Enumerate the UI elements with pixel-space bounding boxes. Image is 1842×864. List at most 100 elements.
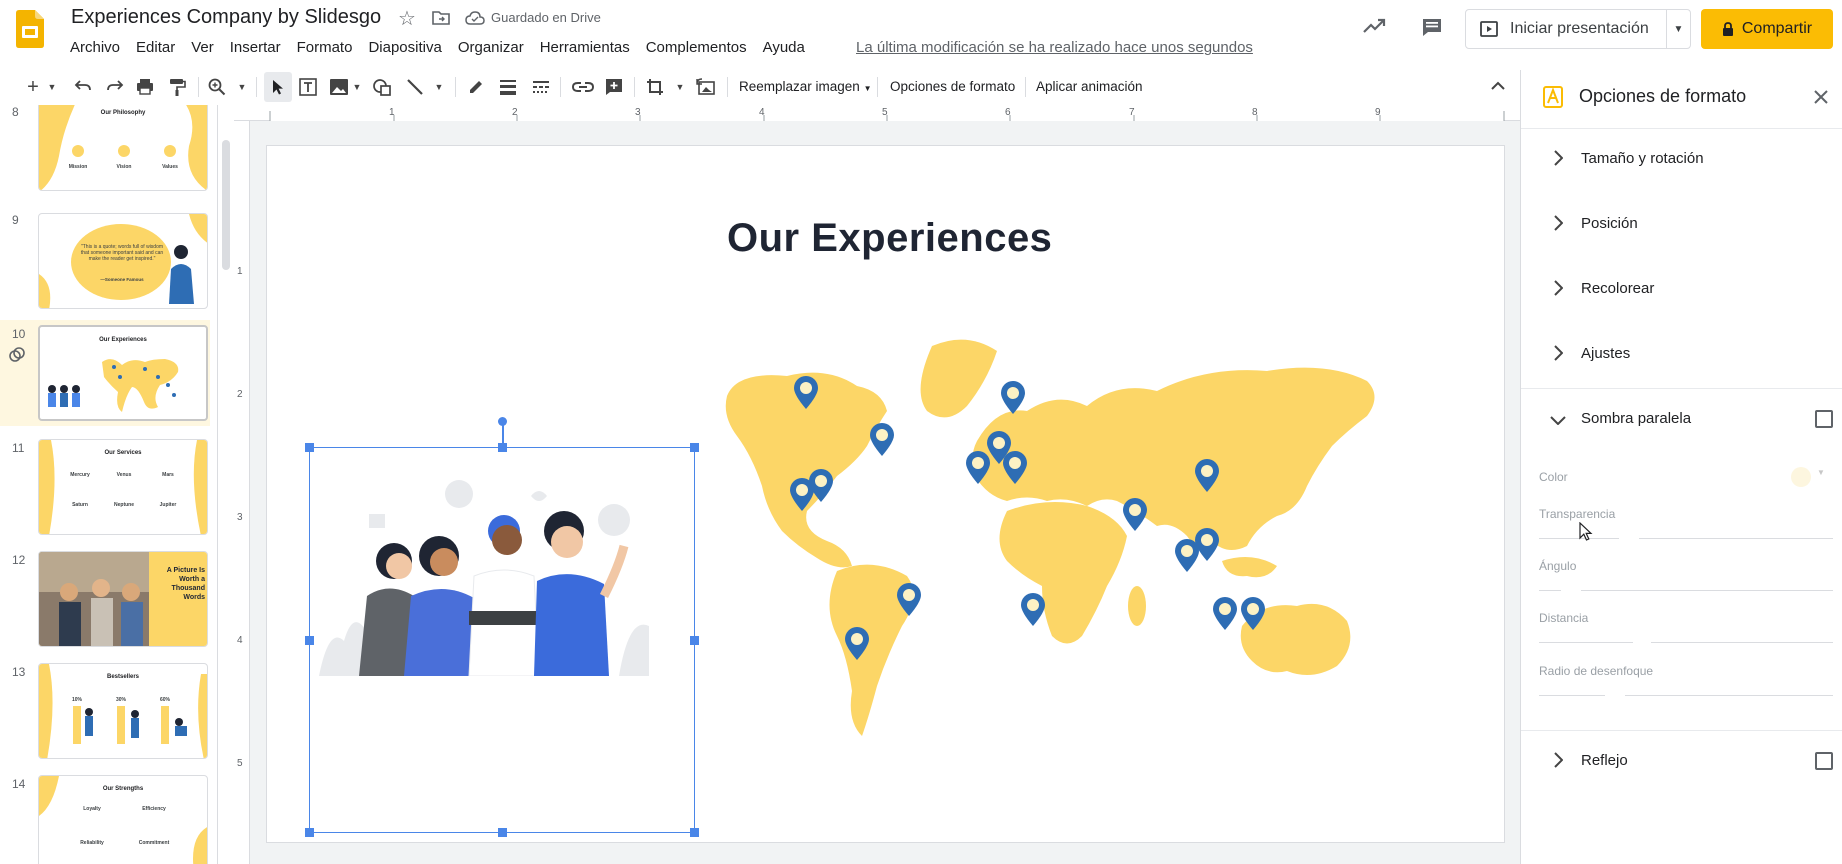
crop-icon[interactable] xyxy=(646,78,664,96)
document-title[interactable]: Experiences Company by Slidesgo xyxy=(71,6,381,29)
resize-handle-se[interactable] xyxy=(690,828,699,837)
location-pin-icon xyxy=(1175,539,1199,572)
apply-animation-button[interactable]: Aplicar animación xyxy=(1036,70,1143,104)
menu-insertar[interactable]: Insertar xyxy=(222,38,289,62)
shadow-blur-label: Radio de desenfoque xyxy=(1539,664,1654,678)
present-icon xyxy=(1480,21,1498,37)
reset-image-icon[interactable] xyxy=(696,78,716,96)
comment-icon[interactable] xyxy=(1421,17,1443,37)
distance-slider-track[interactable] xyxy=(1539,642,1633,643)
lock-icon xyxy=(1722,22,1733,36)
angle-input[interactable] xyxy=(1581,590,1833,591)
select-tool[interactable] xyxy=(264,72,292,102)
slide-number: 8 xyxy=(12,105,19,119)
menu-editar[interactable]: Editar xyxy=(128,38,183,62)
shape-icon[interactable] xyxy=(372,78,392,96)
slide-title[interactable]: Our Experiences xyxy=(727,216,1052,261)
menu-ayuda[interactable]: Ayuda xyxy=(755,38,813,62)
slide-number: 14 xyxy=(12,777,26,791)
slide-link-icon xyxy=(9,347,25,362)
present-button[interactable]: Iniciar presentación ▼ xyxy=(1465,9,1691,49)
print-icon[interactable] xyxy=(136,78,154,95)
angle-slider-track[interactable] xyxy=(1539,590,1561,591)
slide-thumbnail-8[interactable]: Our Philosophy Mission Vision Values xyxy=(38,105,208,191)
distance-input[interactable] xyxy=(1651,642,1833,643)
section-drop-shadow[interactable]: Sombra paralela xyxy=(1521,388,1842,452)
resize-handle-ne[interactable] xyxy=(690,443,699,452)
slide-thumbnail-14[interactable]: Our Strengths Loyalty Efficiency Reliabi… xyxy=(38,775,208,864)
star-icon[interactable]: ☆ xyxy=(398,6,416,31)
image-dropdown-icon[interactable]: ▼ xyxy=(351,70,363,104)
shadow-color-swatch[interactable] xyxy=(1791,467,1811,487)
location-pin-icon xyxy=(845,627,869,660)
share-button[interactable]: Compartir xyxy=(1701,9,1833,49)
menu-formato[interactable]: Formato xyxy=(289,38,361,62)
drop-shadow-checkbox[interactable] xyxy=(1815,410,1833,428)
menu-diapositiva[interactable]: Diapositiva xyxy=(360,38,449,62)
transparency-input[interactable] xyxy=(1639,538,1833,539)
slide-canvas[interactable]: Our Experiences xyxy=(267,146,1504,842)
section-recolor[interactable]: Recolorear xyxy=(1521,258,1842,322)
ruler-number: 3 xyxy=(237,512,243,523)
undo-icon[interactable] xyxy=(74,79,92,93)
thumb-title: Our Strengths xyxy=(102,786,144,792)
menu-herramientas[interactable]: Herramientas xyxy=(532,38,638,62)
section-size-rotation[interactable]: Tamaño y rotación xyxy=(1521,128,1842,192)
slide-thumbnail-11[interactable]: Our Services Mercury Venus Mars Saturn N… xyxy=(38,439,208,535)
text-box-icon[interactable] xyxy=(299,78,317,96)
menu-archivo[interactable]: Archivo xyxy=(62,38,128,62)
new-slide-icon[interactable]: + xyxy=(22,70,44,104)
menu-complementos[interactable]: Complementos xyxy=(638,38,755,62)
border-color-icon[interactable] xyxy=(467,78,485,96)
insert-image-icon[interactable] xyxy=(329,78,349,96)
resize-handle-e[interactable] xyxy=(690,636,699,645)
resize-handle-nw[interactable] xyxy=(305,443,314,452)
image-selection-box[interactable] xyxy=(305,417,699,837)
line-dropdown-icon[interactable]: ▼ xyxy=(433,70,445,104)
resize-handle-w[interactable] xyxy=(305,636,314,645)
section-reflection[interactable]: Reflejo xyxy=(1521,730,1842,794)
slide-thumbnail-12[interactable]: A Picture Is Worth a Thousand Words xyxy=(38,551,208,647)
location-pin-icon xyxy=(870,423,894,456)
filmstrip-scrollbar[interactable] xyxy=(222,140,230,270)
border-dash-icon[interactable] xyxy=(532,79,550,95)
collapse-toolbar-icon[interactable] xyxy=(1490,81,1506,91)
move-folder-icon[interactable] xyxy=(432,10,450,25)
last-edit-link[interactable]: La última modificación se ha realizado h… xyxy=(856,39,1253,56)
replace-image-button[interactable]: Reemplazar imagen ▼ xyxy=(739,70,872,104)
resize-handle-s[interactable] xyxy=(498,828,507,837)
reflection-checkbox[interactable] xyxy=(1815,752,1833,770)
blur-slider-track[interactable] xyxy=(1539,695,1605,696)
new-slide-dropdown-icon[interactable]: ▼ xyxy=(46,70,58,104)
present-dropdown-button[interactable]: ▼ xyxy=(1666,10,1690,48)
slide-thumbnail-9[interactable]: "This is a quote; words full of wisdom t… xyxy=(38,213,208,309)
vertical-ruler: 1 2 3 4 5 xyxy=(234,121,250,864)
slides-logo-icon[interactable] xyxy=(16,10,44,48)
blur-input[interactable] xyxy=(1625,695,1833,696)
location-pin-icon xyxy=(1003,451,1027,484)
format-options-button[interactable]: Opciones de formato xyxy=(890,70,1015,104)
close-icon[interactable] xyxy=(1814,90,1828,104)
menu-ver[interactable]: Ver xyxy=(183,38,222,62)
cloud-saved-icon[interactable] xyxy=(465,11,485,25)
resize-handle-sw[interactable] xyxy=(305,828,314,837)
crop-dropdown-icon[interactable]: ▼ xyxy=(674,70,686,104)
trending-icon[interactable] xyxy=(1363,18,1387,34)
redo-icon[interactable] xyxy=(106,79,124,93)
line-icon[interactable] xyxy=(406,78,424,96)
border-weight-icon[interactable] xyxy=(499,79,517,95)
section-position[interactable]: Posición xyxy=(1521,193,1842,257)
slide-number: 10 xyxy=(12,327,26,341)
section-adjustments[interactable]: Ajustes xyxy=(1521,323,1842,387)
rotation-handle[interactable] xyxy=(498,417,507,426)
slide-thumbnail-10[interactable]: Our Experiences xyxy=(38,325,208,421)
slide-thumbnail-13[interactable]: Bestsellers 10% 30% 60% xyxy=(38,663,208,759)
add-comment-icon[interactable] xyxy=(605,78,623,96)
menu-organizar[interactable]: Organizar xyxy=(450,38,532,62)
zoom-dropdown-icon[interactable]: ▼ xyxy=(236,70,248,104)
share-label: Compartir xyxy=(1741,20,1813,37)
zoom-icon[interactable] xyxy=(208,78,226,96)
paint-format-icon[interactable] xyxy=(168,78,186,96)
link-icon[interactable] xyxy=(572,81,594,93)
resize-handle-n[interactable] xyxy=(498,443,507,452)
